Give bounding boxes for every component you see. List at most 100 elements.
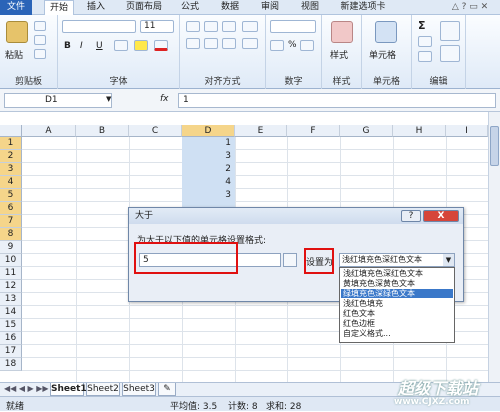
row-header[interactable]: 7 (0, 215, 22, 228)
option-light-red-fill-dark-red-text[interactable]: 浅红填充色深红色文本 (341, 269, 453, 278)
tab-insert[interactable]: 插入 (82, 0, 110, 15)
font-name-select[interactable] (62, 20, 136, 33)
comma-icon[interactable] (300, 40, 314, 51)
autosum-button[interactable]: Σ (418, 19, 426, 32)
tab-new[interactable]: 新建选项卡 (334, 0, 392, 15)
copy-icon[interactable] (34, 35, 46, 45)
format-painter-icon[interactable] (34, 49, 46, 59)
column-header[interactable]: I (446, 125, 488, 137)
scroll-thumb[interactable] (490, 126, 499, 166)
row-header[interactable]: 3 (0, 163, 22, 176)
tab-formulas[interactable]: 公式 (176, 0, 204, 15)
cell-d4[interactable]: 4 (182, 176, 235, 189)
column-header[interactable]: H (393, 125, 446, 137)
align-bottom-icon[interactable] (222, 21, 236, 32)
column-header[interactable]: F (287, 125, 340, 137)
merge-cells-icon[interactable] (242, 38, 258, 49)
row-header[interactable]: 17 (0, 345, 22, 358)
cell-d1[interactable]: 1 (182, 137, 235, 150)
formula-input[interactable]: 1 (178, 93, 496, 108)
range-picker-icon[interactable] (283, 253, 297, 267)
align-center-icon[interactable] (204, 38, 218, 49)
column-header[interactable]: A (22, 125, 76, 137)
italic-button[interactable]: I (80, 41, 83, 51)
row-header[interactable]: 12 (0, 280, 22, 293)
column-header[interactable]: G (340, 125, 393, 137)
row-header[interactable]: 13 (0, 293, 22, 306)
border-icon[interactable] (114, 40, 128, 51)
find-select-icon[interactable] (440, 45, 460, 62)
column-header[interactable]: B (76, 125, 129, 137)
format-select[interactable]: 浅红填充色深红色文本 (339, 253, 455, 267)
row-header[interactable]: 9 (0, 241, 22, 254)
tab-review[interactable]: 审阅 (256, 0, 284, 15)
paste-label[interactable]: 粘贴 (5, 48, 23, 61)
row-header[interactable]: 5 (0, 189, 22, 202)
row-header[interactable]: 15 (0, 319, 22, 332)
vertical-scrollbar[interactable] (488, 112, 500, 382)
option-red-text[interactable]: 红色文本 (341, 309, 453, 318)
row-header[interactable]: 14 (0, 306, 22, 319)
align-top-icon[interactable] (186, 21, 200, 32)
name-box-dropdown-icon[interactable]: ▼ (106, 95, 111, 103)
sort-filter-icon[interactable] (440, 21, 460, 41)
wrap-text-icon[interactable] (242, 21, 258, 32)
cut-icon[interactable] (34, 21, 46, 31)
styles-button[interactable]: 样式 (330, 48, 348, 61)
close-button[interactable]: X (423, 210, 459, 222)
column-header-selected[interactable]: D (182, 125, 235, 137)
fill-icon[interactable] (418, 36, 432, 47)
sheet-tab-1[interactable]: Sheet1 (50, 383, 87, 396)
tab-page-layout[interactable]: 页面布局 (118, 0, 170, 15)
row-header[interactable]: 16 (0, 332, 22, 345)
help-button[interactable]: ? (401, 210, 421, 222)
name-box[interactable]: D1 (4, 93, 112, 108)
row-header[interactable]: 10 (0, 254, 22, 267)
sheet-tab-2[interactable]: Sheet2 (86, 383, 120, 396)
select-dropdown-icon[interactable]: ▼ (443, 254, 454, 266)
fill-color-icon[interactable] (134, 40, 148, 51)
font-color-icon[interactable] (154, 40, 168, 51)
tab-home[interactable]: 开始 (44, 0, 74, 16)
cells-icon[interactable] (375, 21, 397, 43)
bold-button[interactable]: B (64, 41, 71, 51)
select-all-corner[interactable] (0, 125, 22, 137)
cell-d2[interactable]: 3 (182, 150, 235, 163)
paste-icon[interactable] (6, 21, 28, 43)
fx-icon[interactable]: fx (160, 94, 169, 104)
number-format-select[interactable] (270, 20, 316, 33)
option-custom-format[interactable]: 自定义格式... (341, 329, 453, 338)
option-light-red-fill[interactable]: 浅红色填充 (341, 299, 453, 308)
currency-icon[interactable] (270, 40, 284, 51)
new-sheet-icon[interactable]: ✎ (158, 383, 176, 396)
align-left-icon[interactable] (186, 38, 200, 49)
row-header[interactable]: 18 (0, 358, 22, 371)
cell-d3[interactable]: 2 (182, 163, 235, 176)
row-header[interactable]: 6 (0, 202, 22, 215)
cell-d5[interactable]: 3 (182, 189, 235, 202)
row-header[interactable]: 8 (0, 228, 22, 241)
underline-button[interactable]: U (96, 41, 103, 51)
row-header[interactable]: 11 (0, 267, 22, 280)
sheet-tab-3[interactable]: Sheet3 (122, 383, 156, 396)
font-size-select[interactable]: 11 (140, 20, 174, 33)
window-controls[interactable]: △ ? ▭ ✕ (440, 0, 500, 15)
option-green-fill-dark-green-text[interactable]: 绿填充色深绿色文本 (341, 289, 453, 298)
percent-button[interactable]: % (288, 40, 297, 50)
sheet-nav-arrows[interactable]: ◀◀ ◀ ▶ ▶▶ (4, 384, 49, 393)
option-red-border[interactable]: 红色边框 (341, 319, 453, 328)
styles-icon[interactable] (331, 21, 353, 43)
tab-data[interactable]: 数据 (216, 0, 244, 15)
align-right-icon[interactable] (222, 38, 236, 49)
row-header[interactable]: 2 (0, 150, 22, 163)
clear-icon[interactable] (418, 51, 432, 62)
column-header[interactable]: E (235, 125, 287, 137)
row-header[interactable]: 1 (0, 137, 22, 150)
option-yellow-fill-dark-yellow-text[interactable]: 黄填充色深黄色文本 (341, 279, 453, 288)
align-middle-icon[interactable] (204, 21, 218, 32)
cells-button[interactable]: 单元格 (369, 48, 396, 61)
row-header[interactable]: 4 (0, 176, 22, 189)
column-header[interactable]: C (129, 125, 182, 137)
tab-file[interactable]: 文件 (0, 0, 32, 15)
tab-view[interactable]: 视图 (296, 0, 324, 15)
